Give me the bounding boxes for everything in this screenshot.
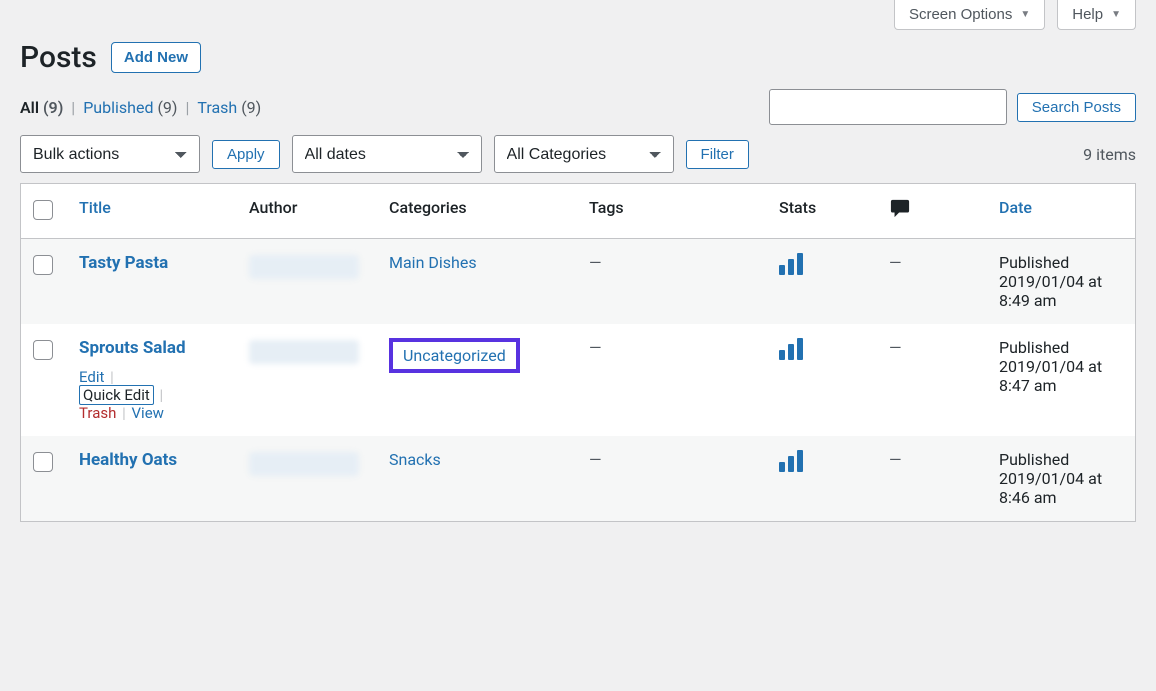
column-tags: Tags xyxy=(577,184,767,239)
author-cell xyxy=(249,452,359,476)
chevron-down-icon: ▼ xyxy=(1020,9,1030,20)
column-title[interactable]: Title xyxy=(79,198,111,217)
category-link[interactable]: Snacks xyxy=(389,450,441,469)
search-input[interactable] xyxy=(769,89,1007,125)
comments-cell: — xyxy=(889,253,902,272)
date-line: 2019/01/04 at 8:47 am xyxy=(999,357,1123,395)
chevron-down-icon: ▼ xyxy=(1111,9,1121,20)
select-all-checkbox[interactable] xyxy=(33,200,53,220)
date-line: 2019/01/04 at 8:49 am xyxy=(999,272,1123,310)
column-comments xyxy=(877,184,987,239)
table-row: Healthy Oats Snacks — — Published 2019/0… xyxy=(21,436,1135,521)
comments-cell: — xyxy=(889,450,902,469)
post-title-link[interactable]: Sprouts Salad xyxy=(79,338,186,358)
bulk-actions-select[interactable]: Bulk actions xyxy=(20,135,200,173)
items-count: 9 items xyxy=(1083,145,1136,164)
date-status: Published xyxy=(999,338,1123,357)
column-stats: Stats xyxy=(767,184,877,239)
column-author: Author xyxy=(237,184,377,239)
stats-icon[interactable] xyxy=(779,450,803,472)
comment-icon xyxy=(889,198,911,218)
tags-cell: — xyxy=(589,450,602,469)
row-actions: Edit | Quick Edit | Trash | View xyxy=(79,368,225,422)
author-cell xyxy=(249,340,359,364)
edit-link[interactable]: Edit xyxy=(79,368,104,386)
table-row: Tasty Pasta Main Dishes — — Published 20… xyxy=(21,239,1135,324)
apply-button[interactable]: Apply xyxy=(212,140,280,169)
category-link[interactable]: Main Dishes xyxy=(389,253,477,272)
row-checkbox[interactable] xyxy=(33,340,53,360)
highlight-box: Uncategorized xyxy=(389,338,520,373)
comments-cell: — xyxy=(889,338,902,357)
stats-icon[interactable] xyxy=(779,338,803,360)
help-label: Help xyxy=(1072,6,1103,23)
tags-cell: — xyxy=(589,338,602,357)
date-status: Published xyxy=(999,450,1123,469)
row-checkbox[interactable] xyxy=(33,255,53,275)
post-title-link[interactable]: Healthy Oats xyxy=(79,450,177,470)
help-button[interactable]: Help ▼ xyxy=(1057,0,1136,30)
tags-cell: — xyxy=(589,253,602,272)
date-status: Published xyxy=(999,253,1123,272)
filter-published[interactable]: Published (9) xyxy=(83,98,177,117)
date-line: 2019/01/04 at 8:46 am xyxy=(999,469,1123,507)
screen-options-button[interactable]: Screen Options ▼ xyxy=(894,0,1045,30)
status-filter-links: All (9) | Published (9) | Trash (9) xyxy=(20,98,769,117)
screen-options-label: Screen Options xyxy=(909,6,1012,23)
stats-icon[interactable] xyxy=(779,253,803,275)
post-title-link[interactable]: Tasty Pasta xyxy=(79,253,168,273)
separator: | xyxy=(185,98,189,117)
author-cell xyxy=(249,255,359,279)
column-date[interactable]: Date xyxy=(999,198,1032,217)
filter-trash[interactable]: Trash (9) xyxy=(197,98,261,117)
category-filter-select[interactable]: All Categories xyxy=(494,135,674,173)
search-posts-button[interactable]: Search Posts xyxy=(1017,93,1136,122)
page-title: Posts xyxy=(20,40,97,75)
filter-button[interactable]: Filter xyxy=(686,140,749,169)
add-new-button[interactable]: Add New xyxy=(111,42,201,73)
date-filter-select[interactable]: All dates xyxy=(292,135,482,173)
trash-link[interactable]: Trash xyxy=(79,404,116,422)
category-link[interactable]: Uncategorized xyxy=(403,346,506,365)
filter-all[interactable]: All (9) xyxy=(20,98,63,117)
view-link[interactable]: View xyxy=(132,404,164,422)
separator: | xyxy=(71,98,75,117)
quick-edit-link[interactable]: Quick Edit xyxy=(79,385,154,405)
row-checkbox[interactable] xyxy=(33,452,53,472)
table-row: Sprouts Salad Edit | Quick Edit | Trash … xyxy=(21,324,1135,436)
column-categories: Categories xyxy=(377,184,577,239)
posts-table: Title Author Categories Tags Stats Date … xyxy=(20,183,1136,522)
